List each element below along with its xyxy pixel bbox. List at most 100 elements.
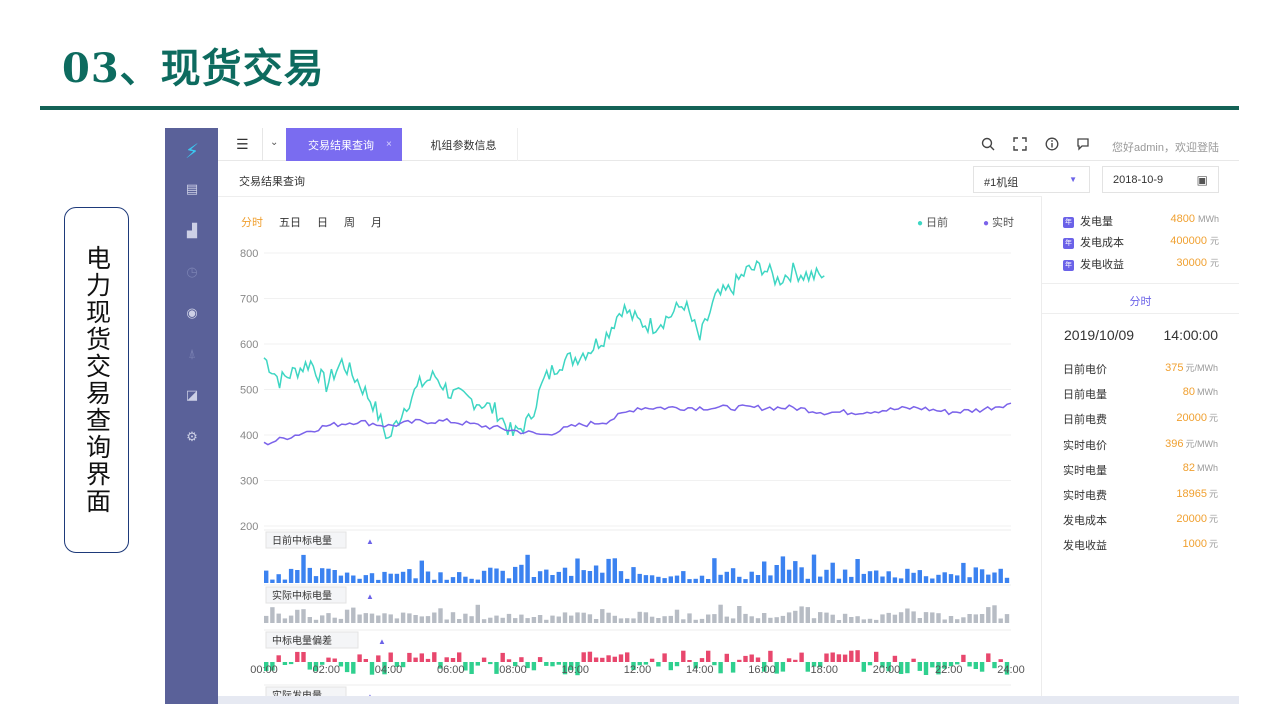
- volume-bar: [793, 561, 798, 583]
- tower-icon[interactable]: ⍋: [181, 343, 203, 365]
- clock-icon[interactable]: ◷: [181, 261, 203, 283]
- volume-bar: [488, 617, 493, 623]
- unit-select-value: #1机组: [984, 177, 1019, 189]
- volume-bar: [444, 579, 449, 583]
- volume-bar: [338, 575, 344, 583]
- volume-bar: [774, 617, 779, 623]
- deviation-bar: [618, 654, 624, 662]
- volume-bar: [600, 609, 605, 623]
- volume-bar: [481, 619, 487, 623]
- deviation-bar: [531, 662, 537, 671]
- chevron-down-icon[interactable]: ⌄: [270, 137, 278, 148]
- fullscreen-icon[interactable]: [1013, 137, 1027, 154]
- volume-bar: [618, 618, 624, 623]
- volume-bar: [880, 576, 885, 583]
- volume-bar: [699, 575, 705, 583]
- volume-bar: [668, 576, 673, 583]
- deviation-bar: [979, 662, 985, 672]
- volume-bar: [674, 575, 680, 583]
- tab-trade-result[interactable]: 交易结果查询 ×: [286, 128, 402, 161]
- volume-bar: [562, 567, 568, 583]
- volume-bar: [973, 567, 978, 583]
- collapse-icon: ▲: [366, 592, 374, 601]
- volume-bar: [936, 574, 941, 583]
- deviation-bar: [556, 662, 561, 665]
- document-icon[interactable]: ▤: [181, 178, 203, 200]
- volume-bar: [625, 578, 630, 583]
- volume-bar: [606, 558, 611, 583]
- title-divider: [40, 106, 1239, 110]
- volume-bar: [786, 612, 792, 623]
- message-icon[interactable]: [1076, 137, 1090, 154]
- volume-bar: [376, 615, 381, 623]
- detail-row: 实时电量 82 MWh: [1063, 462, 1218, 478]
- volume-bar: [444, 619, 449, 623]
- volume-bar: [344, 609, 350, 623]
- volume-bar: [463, 576, 468, 583]
- unit-select[interactable]: #1机组 ▼: [973, 166, 1090, 193]
- volume-bar: [762, 613, 767, 623]
- tab-label: 交易结果查询: [308, 139, 374, 152]
- volume-bar: [593, 565, 599, 583]
- deviation-bar: [973, 662, 978, 669]
- tab-unit-params[interactable]: 机组参数信息: [410, 128, 518, 161]
- volume-bar: [475, 579, 480, 583]
- calendar-icon: ▣: [1196, 173, 1208, 187]
- volume-bar: [475, 604, 480, 623]
- volume-bar: [575, 612, 580, 623]
- volume-bar: [643, 575, 649, 583]
- volume-bar: [537, 571, 543, 583]
- info-icon[interactable]: [1045, 137, 1059, 154]
- detail-row-value: 82 MWh: [1182, 461, 1218, 474]
- trend-icon[interactable]: ◪: [181, 384, 203, 406]
- volume-bar: [525, 618, 530, 623]
- deviation-bar: [681, 650, 686, 662]
- summary-cost: 年发电成本 400000 元: [1063, 235, 1219, 249]
- logo-icon[interactable]: ⚡: [181, 140, 203, 163]
- volume-bar: [687, 579, 692, 583]
- deviation-bar: [768, 650, 773, 662]
- deviation-bar: [450, 658, 456, 662]
- volume-bar: [425, 616, 431, 623]
- calendar-badge-icon: 年: [1063, 260, 1074, 271]
- volume-bar: [706, 579, 711, 583]
- footer-strip: [218, 696, 1239, 704]
- deviation-bar: [737, 659, 742, 662]
- volume-bar: [581, 612, 586, 623]
- settings-icon[interactable]: ⚙: [181, 426, 203, 448]
- volume-bar: [432, 612, 437, 623]
- deviation-bar: [344, 662, 350, 673]
- bar-chart-icon[interactable]: ▟: [181, 220, 203, 242]
- x-tick-label: 02:00: [312, 664, 340, 676]
- y-tick-label: 400: [240, 430, 258, 442]
- volume-bar: [842, 613, 848, 623]
- search-icon[interactable]: [981, 137, 995, 154]
- volume-bar: [668, 615, 673, 623]
- volume-bar: [351, 607, 356, 623]
- volume-bar: [556, 571, 561, 583]
- deviation-bar: [743, 655, 748, 662]
- volume-bar: [917, 570, 922, 583]
- volume-bar: [693, 619, 698, 623]
- date-picker[interactable]: 2018-10-9 ▣: [1102, 166, 1219, 193]
- volume-bar: [587, 571, 593, 583]
- detail-row: 实时电价 396 元/MWh: [1063, 437, 1218, 453]
- welcome-text[interactable]: 您好admin，欢迎登陆: [1112, 139, 1219, 155]
- volume-bar: [811, 554, 817, 583]
- detail-tab[interactable]: 分时: [1042, 293, 1239, 309]
- volume-bar: [612, 615, 617, 623]
- volume-bar: [394, 618, 400, 623]
- deviation-bar: [805, 662, 810, 672]
- detail-row-label: 日前电费: [1063, 414, 1107, 427]
- menu-toggle-icon[interactable]: ☰: [236, 136, 249, 153]
- volume-bar: [768, 575, 773, 583]
- deviation-bar: [892, 655, 898, 662]
- volume-bar: [326, 568, 331, 583]
- volume-bar: [332, 617, 337, 623]
- deviation-bar: [656, 662, 661, 667]
- volume-bar: [706, 614, 711, 623]
- volume-bar: [637, 573, 642, 583]
- radar-icon[interactable]: ◉: [181, 302, 203, 324]
- deviation-bar: [612, 656, 617, 662]
- close-icon[interactable]: ×: [386, 139, 392, 150]
